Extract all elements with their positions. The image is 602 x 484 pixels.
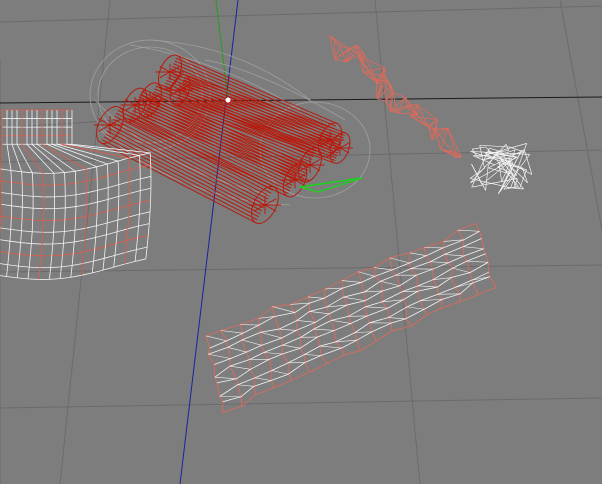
long-mesh-ring: [442, 241, 461, 302]
long-mesh-diag: [444, 254, 464, 257]
3d-viewport[interactable]: [0, 0, 602, 484]
pivot-point[interactable]: [225, 97, 231, 103]
long-mesh-diag: [227, 347, 247, 353]
long-mesh-diag: [208, 353, 231, 359]
long-mesh-diag: [320, 345, 342, 349]
long-mesh-diag: [365, 306, 388, 309]
long-mesh-seam: [208, 238, 482, 355]
left-fabric-mesh[interactable]: [0, 109, 152, 280]
long-mesh-seam: [216, 261, 489, 384]
strip-edge: [356, 51, 364, 54]
strip-edge: [434, 128, 442, 150]
long-mesh-diag: [282, 344, 301, 349]
strip-edge: [339, 45, 350, 50]
long-mesh-ring: [373, 267, 393, 332]
long-mesh-diag: [430, 261, 449, 264]
fabric-col: [36, 110, 77, 278]
strip-edge: [375, 80, 378, 99]
long-mesh-diag: [417, 285, 438, 288]
long-mesh-diag: [304, 354, 321, 356]
long-mesh-seam: [209, 230, 480, 349]
long-mesh-diag: [388, 317, 406, 320]
strip-edge: [356, 44, 364, 54]
long-mesh-diag: [355, 331, 372, 333]
long-mesh-diag: [241, 339, 262, 346]
long-mesh-diag: [343, 296, 366, 301]
log-end-spoke: [339, 142, 350, 149]
log-end-spoke: [309, 164, 321, 172]
long-mesh-diag: [407, 306, 425, 310]
long-mesh-ring: [205, 335, 224, 413]
strip-edge: [385, 101, 391, 112]
long-mesh-diag: [254, 377, 272, 381]
long-mesh-diag: [424, 247, 443, 249]
tangle-edge: [489, 147, 501, 152]
log-end-spoke: [124, 104, 136, 112]
strip-edge: [334, 58, 346, 63]
long-mesh-diag: [325, 287, 343, 290]
strip-edge: [406, 104, 418, 107]
log-end-spoke: [309, 158, 321, 166]
long-mesh-diag: [313, 328, 335, 331]
tangle-edge: [471, 178, 518, 188]
strip-edge: [363, 52, 379, 85]
long-mesh-diag: [296, 320, 316, 323]
long-mesh-diag: [272, 306, 295, 313]
viewport-scene[interactable]: [0, 0, 602, 484]
log-end-spoke: [159, 71, 171, 79]
strip-edge: [334, 44, 358, 60]
long-mesh-diag: [331, 320, 351, 324]
fabric-row: [0, 258, 146, 280]
z-axis-line: [215, 0, 229, 101]
world-axes: [0, 0, 602, 484]
floor-grid: [0, 0, 602, 484]
long-mesh-diag: [463, 246, 484, 250]
long-mesh-diag: [206, 335, 227, 342]
long-mesh-diag: [341, 280, 362, 283]
tangle-edge: [485, 165, 489, 191]
strip-edge: [358, 55, 364, 73]
long-mesh-diag: [409, 252, 427, 256]
tangle-edge: [505, 144, 510, 151]
long-mesh-object[interactable]: [205, 223, 497, 414]
long-mesh-diag: [410, 268, 433, 270]
long-mesh-diag: [219, 395, 241, 398]
long-mesh-diag: [309, 311, 330, 315]
long-mesh-diag: [380, 280, 400, 287]
long-mesh-diag: [220, 330, 244, 334]
long-mesh-diag: [358, 271, 375, 277]
strip-edge: [358, 52, 364, 56]
long-mesh-diag: [279, 328, 297, 331]
log-end-spoke: [159, 65, 171, 73]
log-end-spoke: [264, 204, 277, 212]
long-mesh-diag: [229, 365, 251, 370]
long-mesh-seam: [214, 248, 484, 365]
fabric-col: [41, 110, 88, 276]
long-mesh-seam: [219, 271, 489, 397]
strip-edge: [393, 91, 406, 98]
tangle-edge: [470, 156, 518, 184]
long-mesh-seam: [214, 253, 486, 378]
long-mesh-diag: [263, 352, 283, 355]
log-end-spoke: [98, 118, 111, 126]
tangle-edge: [472, 146, 486, 150]
long-mesh-seam: [222, 276, 490, 403]
long-mesh-diag: [452, 267, 471, 273]
long-mesh-diag: [271, 370, 289, 375]
long-mesh-diag: [307, 296, 325, 299]
log-end-spoke: [339, 147, 350, 154]
long-mesh-diag: [466, 260, 489, 263]
small-white-tangle-mesh[interactable]: [469, 143, 533, 195]
long-mesh-ring: [389, 257, 413, 326]
long-mesh-diag: [457, 229, 480, 232]
wood-logs-mesh[interactable]: [91, 52, 354, 228]
long-mesh-diag: [214, 376, 237, 380]
long-mesh-diag: [364, 290, 383, 293]
long-mesh-diag: [260, 331, 282, 339]
long-mesh-seam: [205, 223, 477, 337]
long-mesh-diag: [237, 384, 254, 387]
long-mesh-ring: [307, 296, 328, 364]
long-mesh-seam: [222, 286, 497, 414]
